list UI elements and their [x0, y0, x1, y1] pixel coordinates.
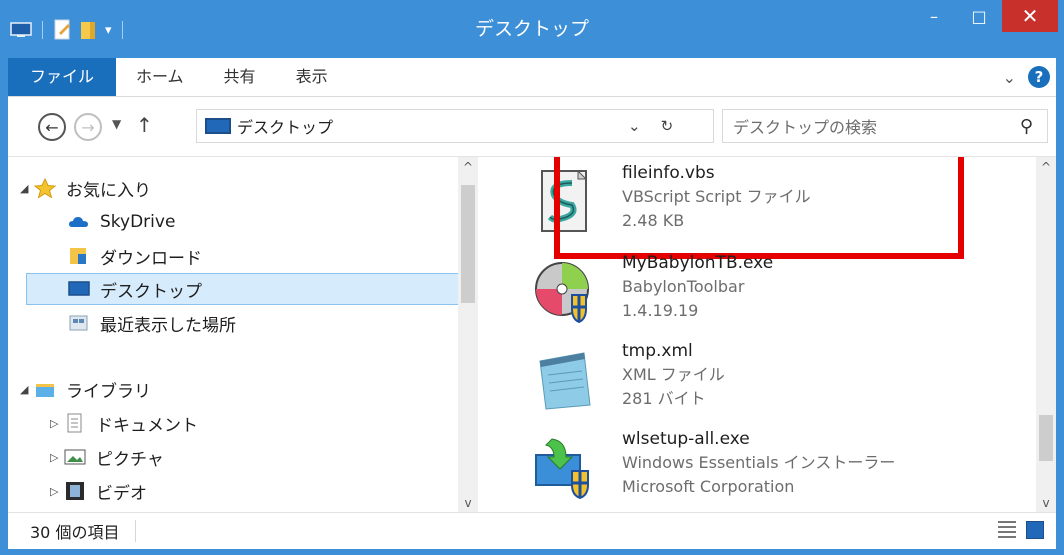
tab-share[interactable]: 共有	[204, 58, 276, 96]
collapse-arrow-icon[interactable]: ◢	[20, 383, 34, 396]
file-size: 281 バイト	[622, 389, 706, 408]
recent-places-icon	[69, 315, 88, 331]
forward-button[interactable]: →	[74, 113, 102, 141]
large-icons-view-icon[interactable]	[1026, 521, 1044, 539]
nav-item-label: SkyDrive	[100, 212, 176, 232]
desktop-icon	[68, 281, 90, 296]
nav-pictures[interactable]: ▷ ピクチャ	[50, 441, 164, 473]
ribbon-right-controls: ⌄ ?	[1003, 58, 1050, 96]
search-placeholder: デスクトップの検索	[733, 118, 878, 137]
nav-downloads[interactable]: ダウンロード	[68, 240, 202, 272]
tab-view[interactable]: 表示	[276, 58, 348, 96]
nav-documents[interactable]: ▷ ドキュメント	[50, 407, 198, 439]
navigation-pane: ◢ お気に入り SkyDrive ダウンロード デスクトップ 最近表示した場所 …	[8, 156, 478, 512]
title-bar: ▾ デスクトップ – □ ✕	[0, 0, 1064, 58]
file-list-pane: fileinfo.vbs VBScript Script ファイル 2.48 K…	[478, 156, 1056, 512]
file-type: XML ファイル	[622, 365, 725, 384]
scroll-down-icon[interactable]: v	[458, 493, 478, 512]
scroll-down-icon[interactable]: v	[1036, 493, 1056, 512]
recent-locations-icon[interactable]: ▼	[112, 117, 121, 131]
highlight-annotation	[554, 157, 964, 259]
refresh-button[interactable]: ↻	[661, 117, 674, 135]
document-icon	[67, 413, 82, 433]
nav-item-label: ダウンロード	[100, 248, 202, 269]
windows-setup-icon	[535, 438, 589, 499]
file-type: Windows Essentials インストーラー	[622, 453, 896, 472]
item-count: 30 個の項目	[30, 523, 120, 542]
scroll-thumb[interactable]	[461, 185, 475, 303]
expand-arrow-icon[interactable]: ▷	[50, 485, 64, 498]
expand-ribbon-icon[interactable]: ⌄	[1003, 68, 1016, 87]
window-title: デスクトップ	[474, 18, 589, 40]
file-item[interactable]: MyBabylonTB.exe BabylonToolbar 1.4.19.19	[518, 249, 998, 337]
help-icon[interactable]: ?	[1028, 66, 1050, 88]
scroll-up-icon[interactable]: ^	[458, 157, 478, 177]
address-dropdown-icon[interactable]: ⌄	[628, 117, 641, 135]
address-row: ← → ▼ ↑ デスクトップ ⌄ ↻ デスクトップの検索 ⚲	[8, 96, 1056, 156]
maximize-button[interactable]: □	[956, 0, 1002, 32]
nav-videos[interactable]: ▷ ビデオ	[50, 475, 147, 507]
nav-item-label: ライブラリ	[66, 381, 151, 402]
status-separator	[135, 520, 137, 542]
file-name: wlsetup-all.exe	[622, 429, 750, 449]
desktop-icon	[205, 118, 231, 134]
file-list-scrollbar[interactable]: ^ v	[1036, 157, 1056, 512]
expand-arrow-icon[interactable]: ▷	[50, 451, 64, 464]
collapse-arrow-icon[interactable]: ◢	[20, 182, 34, 195]
expand-arrow-icon[interactable]: ▷	[50, 417, 64, 430]
xml-notepad-icon	[539, 352, 591, 410]
close-button[interactable]: ✕	[1002, 0, 1058, 32]
video-icon	[66, 482, 84, 500]
tab-file[interactable]: ファイル	[8, 58, 117, 96]
file-details: tmp.xml XML ファイル 281 バイト	[622, 339, 725, 411]
ribbon-tabs: ファイル ホーム 共有 表示	[8, 58, 348, 96]
nav-item-label: ビデオ	[96, 483, 147, 504]
cloud-icon	[69, 217, 88, 227]
nav-libraries[interactable]: ◢ ライブラリ	[20, 373, 151, 405]
ribbon: ファイル ホーム 共有 表示 ⌄ ?	[0, 58, 1064, 96]
explorer-window: ▾ デスクトップ – □ ✕ ファイル ホーム 共有 表示 ⌄ ? ← → ▼ …	[0, 0, 1064, 555]
pictures-icon	[64, 449, 86, 465]
minimize-button[interactable]: –	[912, 0, 956, 32]
file-name: tmp.xml	[622, 341, 693, 361]
back-button[interactable]: ←	[38, 113, 66, 141]
file-item[interactable]: wlsetup-all.exe Windows Essentials インストー…	[518, 425, 998, 512]
file-version: 1.4.19.19	[622, 301, 699, 320]
address-path: デスクトップ	[237, 118, 334, 137]
scroll-up-icon[interactable]: ^	[1036, 157, 1056, 177]
file-details: wlsetup-all.exe Windows Essentials インストー…	[622, 427, 895, 499]
tab-home[interactable]: ホーム	[116, 58, 204, 96]
status-bar: 30 個の項目	[8, 512, 1056, 549]
file-item[interactable]: fileinfo.vbs VBScript Script ファイル 2.48 K…	[518, 157, 998, 259]
downloads-folder-icon	[70, 248, 86, 264]
nav-pane-scrollbar[interactable]: ^ v	[458, 157, 478, 512]
nav-skydrive[interactable]: SkyDrive	[68, 206, 175, 238]
details-view-icon[interactable]	[998, 521, 1016, 539]
libraries-folder-icon	[36, 384, 54, 397]
up-button[interactable]: ↑	[136, 113, 153, 137]
nav-recent-places[interactable]: 最近表示した場所	[68, 307, 236, 339]
file-item[interactable]: tmp.xml XML ファイル 281 バイト	[518, 337, 998, 425]
nav-item-label: お気に入り	[66, 180, 151, 201]
star-icon	[34, 178, 56, 198]
file-name: MyBabylonTB.exe	[622, 253, 774, 273]
address-tools: ⌄ ↻	[628, 109, 673, 143]
view-buttons	[998, 521, 1044, 539]
nav-item-label: ピクチャ	[96, 449, 164, 470]
search-icon[interactable]: ⚲	[1020, 116, 1033, 137]
file-type: BabylonToolbar	[622, 277, 745, 296]
nav-favorites[interactable]: ◢ お気に入り	[20, 172, 151, 204]
search-input[interactable]: デスクトップの検索 ⚲	[722, 109, 1048, 143]
nav-item-label: デスクトップ	[100, 281, 202, 302]
file-details: MyBabylonTB.exe BabylonToolbar 1.4.19.19	[622, 251, 773, 323]
nav-desktop[interactable]: デスクトップ	[26, 273, 478, 305]
scroll-thumb[interactable]	[1039, 415, 1053, 461]
nav-item-label: ドキュメント	[96, 415, 198, 436]
nav-item-label: 最近表示した場所	[100, 315, 236, 336]
installer-disc-icon	[535, 262, 589, 323]
file-publisher: Microsoft Corporation	[622, 477, 795, 496]
